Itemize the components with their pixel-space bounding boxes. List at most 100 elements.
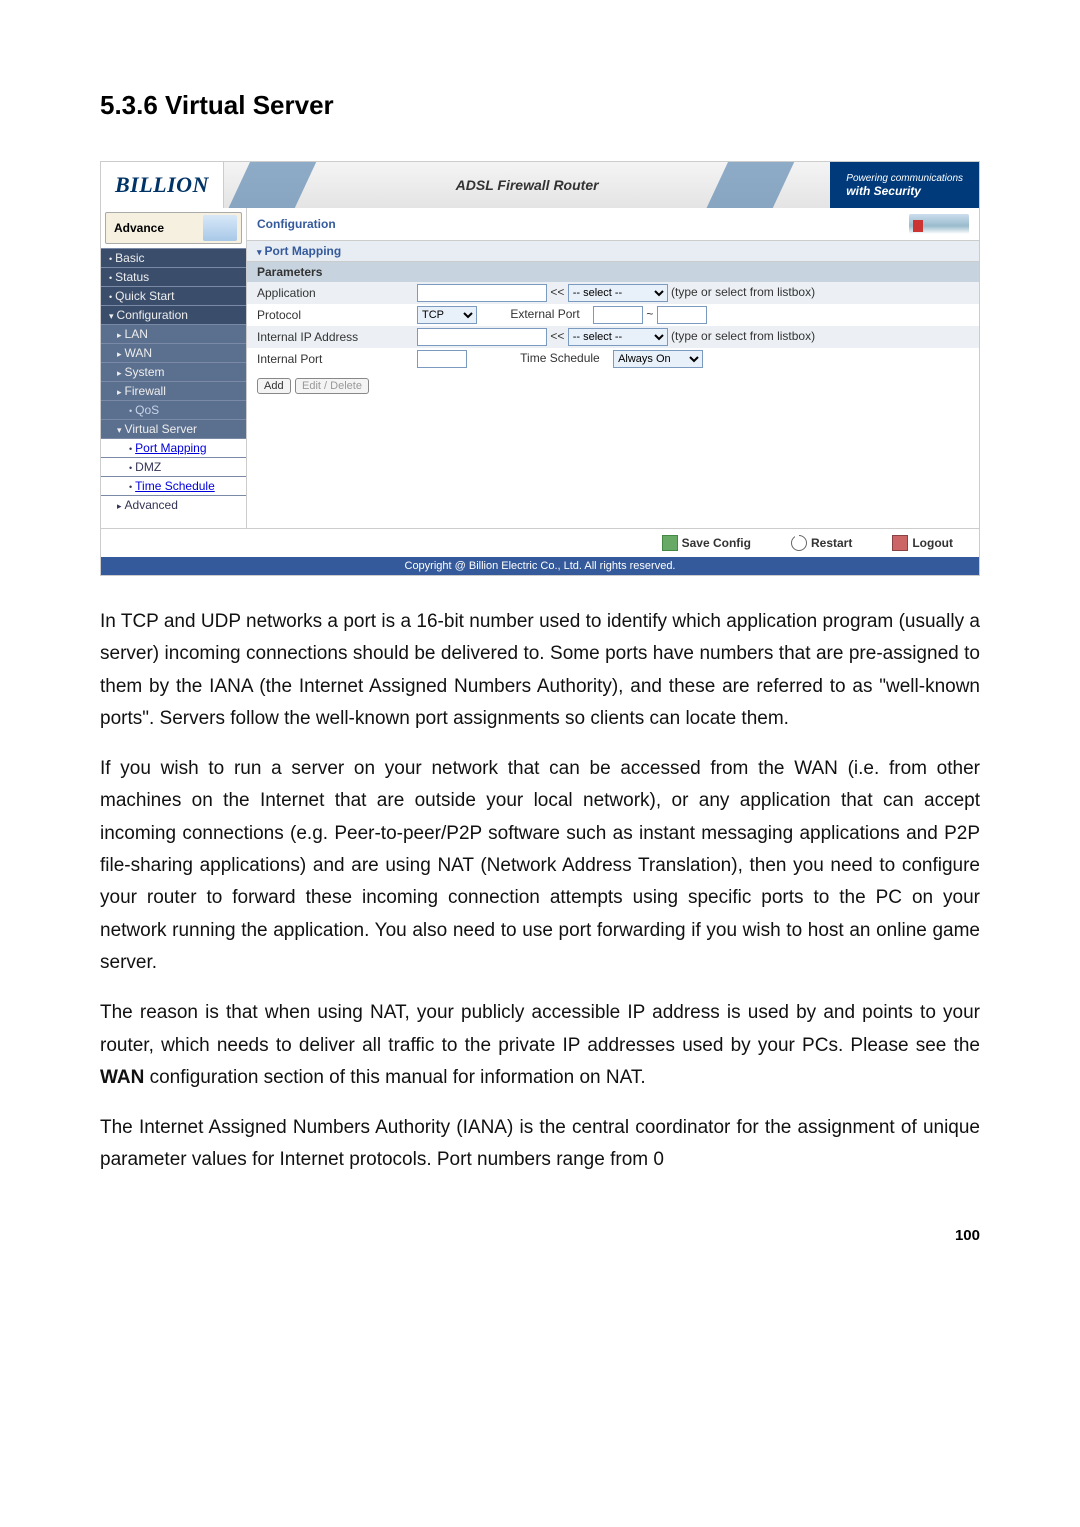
main-heading: Configuration (257, 217, 336, 231)
nav-item-qos[interactable]: •QoS (101, 400, 246, 419)
bullet-icon: • (129, 444, 132, 454)
nav-label: System (125, 365, 165, 379)
nav-label: QoS (135, 403, 159, 417)
chevron-icon: ▾ (109, 311, 114, 321)
application-select[interactable]: -- select -- (568, 284, 668, 302)
chevron-icon: ▾ (117, 425, 122, 435)
restart-icon (791, 535, 807, 551)
sidebar: Advance •Basic•Status•Quick Start▾Config… (101, 208, 247, 528)
restart-label: Restart (811, 536, 852, 550)
mode-tab-advance[interactable]: Advance (105, 212, 242, 244)
chevron-icon: ▸ (117, 368, 122, 378)
nav-item-virtual-server[interactable]: ▾Virtual Server (101, 419, 246, 438)
external-port-from-input[interactable] (593, 306, 643, 324)
footer-bar: Save Config Restart Logout (101, 528, 979, 557)
chevron-icon: ▸ (117, 349, 122, 359)
application-label: Application (247, 282, 407, 304)
save-icon (662, 535, 678, 551)
restart-button[interactable]: Restart (791, 535, 852, 551)
nav-label: Configuration (117, 308, 188, 322)
external-port-label: External Port (510, 307, 579, 321)
body-paragraph-1: In TCP and UDP networks a port is a 16-b… (100, 606, 980, 735)
nav-item-time-schedule[interactable]: •Time Schedule (101, 476, 246, 495)
application-input[interactable] (417, 284, 547, 302)
internal-ip-select[interactable]: -- select -- (568, 328, 668, 346)
logout-icon (892, 535, 908, 551)
nav-item-system[interactable]: ▸System (101, 362, 246, 381)
mode-tab-illustration (203, 215, 237, 241)
bullet-icon: • (109, 254, 112, 264)
internal-port-label: Internal Port (247, 348, 407, 370)
nav-label: Basic (115, 251, 144, 265)
nav-label: WAN (125, 346, 153, 360)
nav-item-basic[interactable]: •Basic (101, 248, 246, 267)
bullet-icon: • (109, 292, 112, 302)
protocol-select[interactable]: TCP (417, 306, 477, 324)
nav-item-firewall[interactable]: ▸Firewall (101, 381, 246, 400)
tagline: Powering communications with Security (830, 162, 979, 208)
p3-part-b: WAN (100, 1067, 144, 1088)
application-hint: (type or select from listbox) (671, 285, 815, 299)
main-panel: Configuration ▾Port Mapping Parameters A… (247, 208, 979, 528)
nav-item-advanced[interactable]: ▸Advanced (101, 495, 246, 514)
brand-logo: BILLION (101, 162, 224, 208)
header-illustration-icon (909, 214, 969, 234)
chevron-icon: ▸ (117, 330, 122, 340)
bullet-icon: • (109, 273, 112, 283)
time-schedule-select[interactable]: Always On (613, 350, 703, 368)
time-schedule-label: Time Schedule (520, 351, 600, 365)
nav-item-quick-start[interactable]: •Quick Start (101, 286, 246, 305)
bullet-icon: • (129, 482, 132, 492)
mode-tab-label: Advance (114, 221, 164, 235)
internal-port-input[interactable] (417, 350, 467, 368)
chevron-icon: ▸ (117, 387, 122, 397)
add-button[interactable]: Add (257, 378, 291, 394)
nav-item-lan[interactable]: ▸LAN (101, 324, 246, 343)
nav-label: DMZ (135, 460, 161, 474)
tilde-label: ~ (646, 307, 653, 321)
nav-item-dmz[interactable]: •DMZ (101, 457, 246, 476)
arrows-icon: << (550, 285, 564, 299)
chevron-icon: ▸ (117, 501, 122, 511)
bullet-icon: • (129, 463, 132, 473)
nav-label: LAN (125, 327, 148, 341)
nav-label: Virtual Server (125, 422, 197, 436)
body-paragraph-3: The reason is that when using NAT, your … (100, 997, 980, 1094)
p3-part-c: configuration section of this manual for… (144, 1067, 645, 1088)
internal-ip-hint: (type or select from listbox) (671, 329, 815, 343)
nav-item-port-mapping[interactable]: •Port Mapping (101, 438, 246, 457)
bullet-icon: • (129, 406, 132, 416)
section-heading: 5.3.6 Virtual Server (100, 90, 980, 121)
save-config-label: Save Config (682, 536, 751, 550)
edit-delete-button[interactable]: Edit / Delete (295, 378, 369, 394)
external-port-to-input[interactable] (657, 306, 707, 324)
copyright-bar: Copyright @ Billion Electric Co., Ltd. A… (101, 557, 979, 575)
nav-link[interactable]: Port Mapping (135, 441, 206, 455)
logout-label: Logout (912, 536, 953, 550)
body-paragraph-2: If you wish to run a server on your netw… (100, 753, 980, 979)
nav-item-status[interactable]: •Status (101, 267, 246, 286)
panel-title: ▾Port Mapping (247, 241, 979, 262)
p3-part-a: The reason is that when using NAT, your … (100, 1002, 980, 1055)
router-header: BILLION ADSL Firewall Router Powering co… (101, 162, 979, 208)
protocol-label: Protocol (247, 304, 407, 326)
router-screenshot: BILLION ADSL Firewall Router Powering co… (100, 161, 980, 576)
save-config-button[interactable]: Save Config (662, 535, 751, 551)
internal-ip-input[interactable] (417, 328, 547, 346)
page-number: 100 (100, 1227, 980, 1244)
nav-item-configuration[interactable]: ▾Configuration (101, 305, 246, 324)
nav-link[interactable]: Time Schedule (135, 479, 215, 493)
panel-title-text: Port Mapping (265, 244, 342, 258)
nav-item-wan[interactable]: ▸WAN (101, 343, 246, 362)
panel-subtitle: Parameters (247, 262, 979, 282)
nav-label: Advanced (125, 498, 178, 512)
tagline-bottom: with Security (846, 184, 963, 198)
body-paragraph-4: The Internet Assigned Numbers Authority … (100, 1112, 980, 1177)
nav-list: •Basic•Status•Quick Start▾Configuration▸… (101, 248, 246, 514)
nav-label: Quick Start (115, 289, 174, 303)
nav-label: Status (115, 270, 149, 284)
internal-ip-label: Internal IP Address (247, 326, 407, 348)
tagline-top: Powering communications (846, 173, 963, 184)
arrows-icon: << (550, 329, 564, 343)
logout-button[interactable]: Logout (892, 535, 953, 551)
